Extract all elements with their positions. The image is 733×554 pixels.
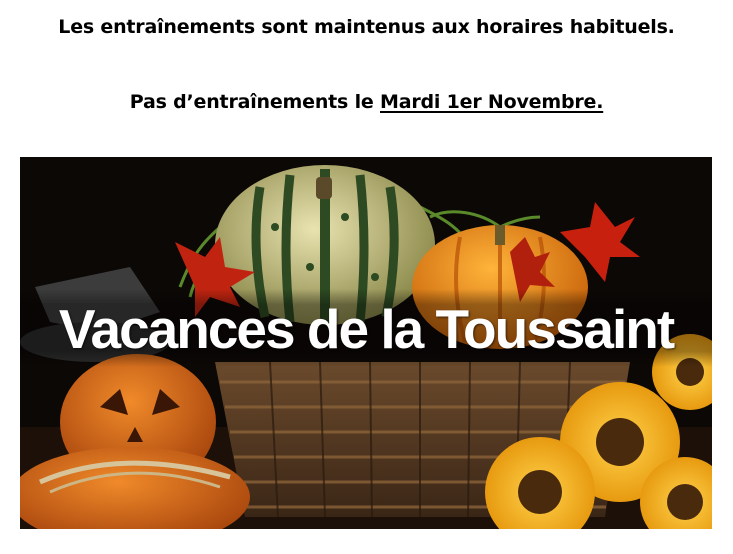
notice-date: Mardi 1er Novembre. <box>380 91 604 113</box>
toussaint-banner-image: Vacances de la Toussaint <box>20 157 712 529</box>
banner-title: Vacances de la Toussaint <box>58 298 675 360</box>
notice-line-schedule: Les entraînements sont maintenus aux hor… <box>58 16 675 38</box>
notice-prefix: Pas d’entraînements le <box>129 91 380 113</box>
notice-line-no-training: Pas d’entraînements le Mardi 1er Novembr… <box>0 91 733 113</box>
